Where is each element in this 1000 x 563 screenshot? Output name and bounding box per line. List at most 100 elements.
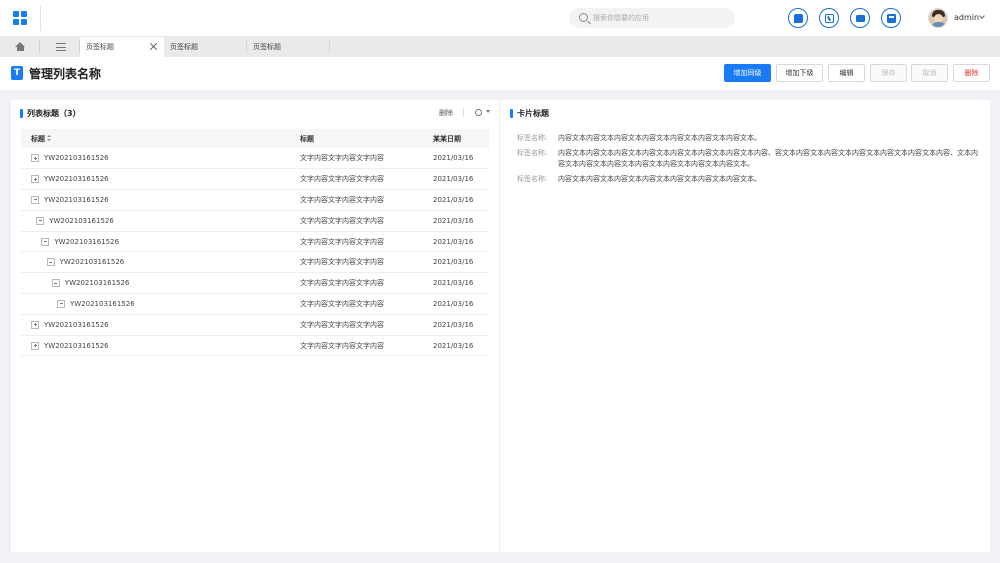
cell-date: 2021/03/16 (429, 335, 489, 357)
gear-icon[interactable] (475, 109, 482, 116)
home-icon[interactable] (15, 42, 25, 51)
cell-date: 2021/03/16 (429, 231, 489, 253)
cell-code: YW202103161526 (21, 293, 290, 315)
collapse-icon[interactable] (36, 216, 45, 225)
mail-icon[interactable] (850, 8, 870, 28)
search-input[interactable] (593, 11, 725, 25)
app-grid-icon[interactable] (13, 11, 27, 25)
delete-button[interactable]: 删除 (953, 64, 990, 82)
tab-label: 页签标题 (86, 43, 114, 51)
toolbar-divider (463, 108, 464, 117)
top-header: admin (0, 0, 1000, 37)
row-code: YW202103161526 (64, 279, 130, 288)
table-row[interactable]: YW202103161526 文字内容文字内容文字内容 2021/03/16 (21, 272, 489, 295)
monitor-icon[interactable] (881, 8, 901, 28)
expand-icon[interactable] (31, 175, 39, 184)
cell-date: 2021/03/16 (429, 210, 489, 232)
card-panel: 卡片标题 标签名称: 内容文本内容文本内容文本内容文本内容文本内容文本内容文本。… (500, 100, 990, 552)
menu-icon[interactable] (56, 43, 66, 51)
card-field: 标签名称: 内容文本内容文本内容文本内容文本内容文本内容文本内容文本内容、容文本… (517, 148, 982, 170)
cell-date: 2021/03/16 (429, 314, 489, 336)
cell-text: 文字内容文字内容文字内容 (290, 148, 429, 170)
table-row[interactable]: YW202103161526 文字内容文字内容文字内容 2021/03/16 (21, 210, 489, 232)
search-box[interactable] (569, 8, 735, 28)
page-title: 管理列表名称 (29, 67, 102, 81)
table-row[interactable]: YW202103161526 文字内容文字内容文字内容 2021/03/16 (21, 231, 489, 253)
expand-icon[interactable] (31, 320, 39, 329)
collapse-icon[interactable] (46, 258, 55, 267)
cell-text: 文字内容文字内容文字内容 (290, 210, 429, 232)
collapse-icon[interactable] (31, 195, 39, 204)
tab-page-3[interactable]: 页签标题 (247, 37, 329, 57)
list-delete-link[interactable]: 删除 (439, 108, 453, 118)
table-row[interactable]: YW202103161526 文字内容文字内容文字内容 2021/03/16 (21, 293, 489, 315)
card-field: 标签名称: 内容文本内容文本内容文本内容文本内容文本内容文本内容文本。 (517, 133, 982, 144)
cell-text: 文字内容文字内容文字内容 (290, 314, 429, 336)
tab-page-2[interactable]: 页签标题 (164, 37, 246, 57)
message-icon[interactable] (788, 8, 808, 28)
table-row[interactable]: YW202103161526 文字内容文字内容文字内容 2021/03/16 (21, 189, 489, 211)
cancel-button[interactable]: 取消 (911, 64, 948, 82)
card-title: 卡片标题 (510, 109, 549, 118)
page-header: T 管理列表名称 增加同级 增加下级 编辑 保存 取消 删除 (0, 57, 1000, 90)
sort-icon[interactable] (47, 135, 51, 142)
row-code: YW202103161526 (44, 195, 109, 204)
user-name[interactable]: admin (954, 13, 979, 22)
calendar-icon[interactable] (819, 8, 839, 28)
cell-code: YW202103161526 (21, 210, 290, 232)
cell-text: 文字内容文字内容文字内容 (290, 168, 429, 191)
cell-code: YW202103161526 (21, 231, 290, 253)
tab-label: 页签标题 (170, 43, 198, 51)
table-row[interactable]: YW202103161526 文字内容文字内容文字内容 2021/03/16 (21, 168, 489, 191)
edit-button[interactable]: 编辑 (828, 64, 865, 82)
table-row[interactable]: YW202103161526 文字内容文字内容文字内容 2021/03/16 (21, 314, 489, 336)
row-code: YW202103161526 (49, 216, 114, 225)
tab-label: 页签标题 (253, 43, 281, 51)
table-row[interactable]: YW202103161526 文字内容文字内容文字内容 2021/03/16 (21, 251, 489, 274)
save-button[interactable]: 保存 (870, 64, 907, 82)
field-label: 标签名称: (517, 175, 548, 183)
cell-code: YW202103161526 (21, 251, 290, 274)
close-icon[interactable] (149, 42, 158, 51)
row-code: YW202103161526 (70, 299, 135, 308)
cell-text: 文字内容文字内容文字内容 (290, 251, 429, 274)
field-value: 内容文本内容文本内容文本内容文本内容文本内容文本内容文本。 (558, 134, 761, 142)
search-icon (579, 13, 588, 22)
collapse-icon[interactable] (41, 237, 50, 246)
title-badge-icon: T (11, 66, 23, 80)
cell-date: 2021/03/16 (429, 272, 489, 295)
add-child-button[interactable]: 增加下级 (776, 64, 823, 82)
cell-text: 文字内容文字内容文字内容 (290, 335, 429, 357)
field-label: 标签名称: (517, 149, 548, 157)
cell-date: 2021/03/16 (429, 251, 489, 274)
field-value: 内容文本内容文本内容文本内容文本内容文本内容文本内容文本内容、容文本内容文本内容… (558, 149, 978, 168)
avatar[interactable] (928, 8, 948, 28)
expand-icon[interactable] (31, 154, 39, 163)
tree-table: 标题 标题 某某日期 YW202103161526 文字内容文字内容文字内容 202… (21, 129, 489, 357)
table-row[interactable]: YW202103161526 文字内容文字内容文字内容 2021/03/16 (21, 148, 489, 170)
table-body: YW202103161526 文字内容文字内容文字内容 2021/03/16 YW20… (21, 148, 489, 357)
cell-date: 2021/03/16 (429, 148, 489, 170)
collapse-icon[interactable] (51, 279, 60, 288)
column-header-title[interactable]: 标题 (21, 129, 290, 148)
row-code: YW202103161526 (44, 341, 109, 350)
cell-date: 2021/03/16 (429, 293, 489, 315)
row-code: YW202103161526 (44, 175, 109, 184)
column-header-label: 标题 (31, 134, 45, 143)
cell-code: YW202103161526 (21, 189, 290, 211)
caret-down-icon[interactable] (486, 110, 490, 113)
tab-page-1[interactable]: 页签标题 (80, 37, 164, 57)
add-sibling-button[interactable]: 增加同级 (724, 64, 771, 82)
cell-text: 文字内容文字内容文字内容 (290, 231, 429, 253)
expand-icon[interactable] (31, 341, 39, 350)
table-row[interactable]: YW202103161526 文字内容文字内容文字内容 2021/03/16 (21, 335, 489, 357)
chevron-down-icon[interactable] (979, 13, 985, 19)
row-code: YW202103161526 (44, 320, 109, 329)
column-header-date: 某某日期 (429, 129, 489, 148)
row-code: YW202103161526 (44, 154, 109, 163)
collapse-icon[interactable] (57, 299, 65, 308)
cell-code: YW202103161526 (21, 168, 290, 191)
table-header-row: 标题 标题 某某日期 (21, 129, 489, 148)
cell-text: 文字内容文字内容文字内容 (290, 272, 429, 295)
tab-divider (329, 41, 330, 53)
